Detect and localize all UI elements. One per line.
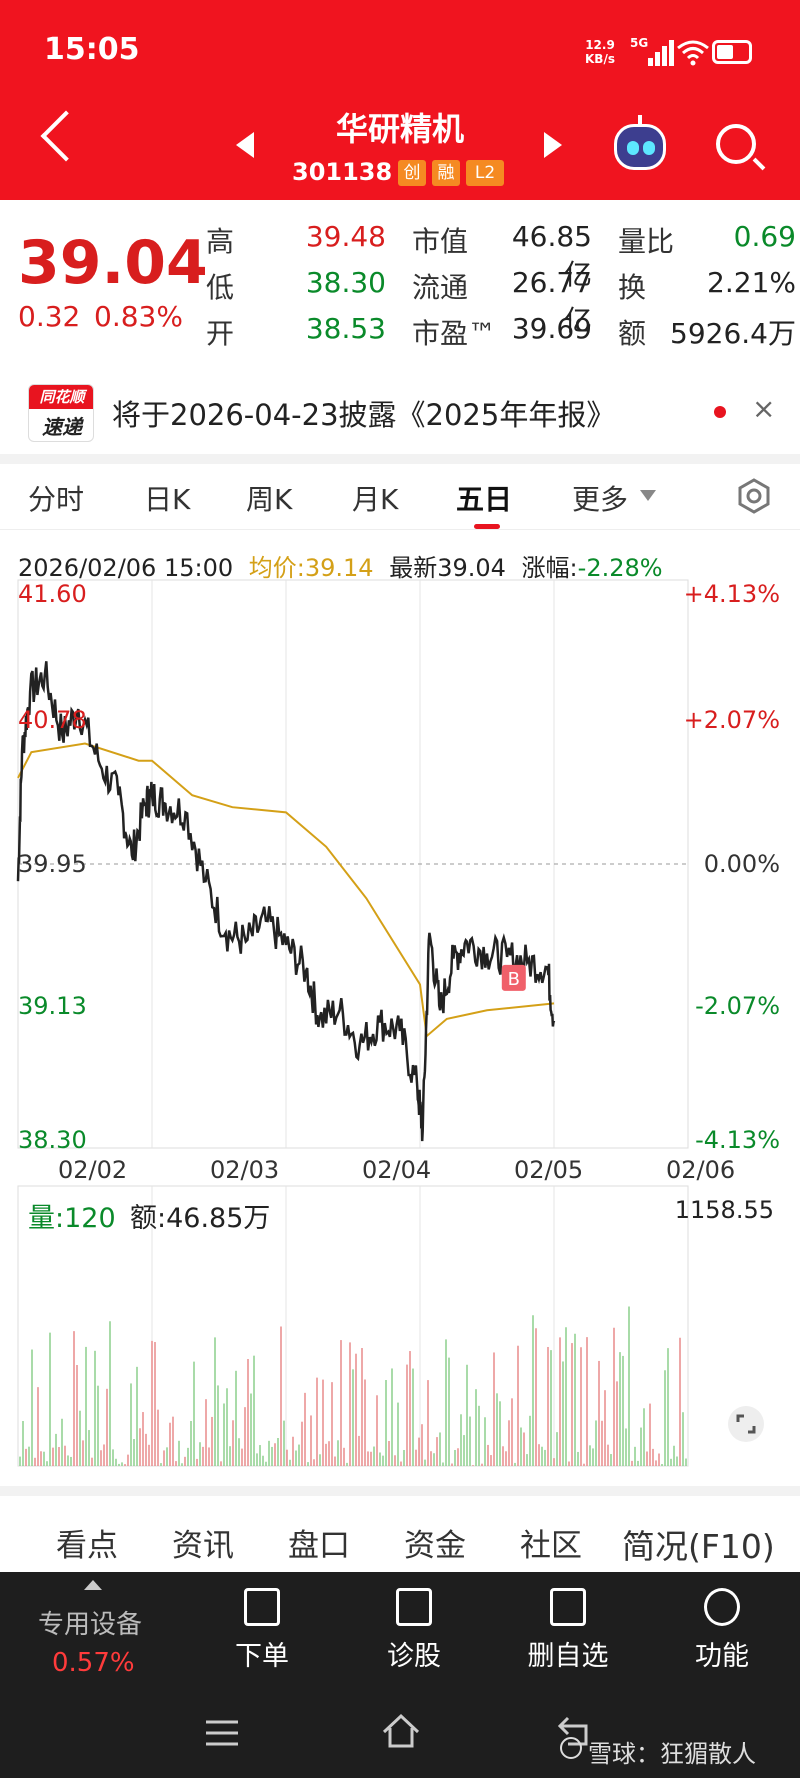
y-tick-left: 41.60	[18, 580, 87, 608]
settings-icon[interactable]	[736, 478, 772, 514]
stock-name: 华研精机	[335, 110, 464, 148]
remove-watchlist-button[interactable]: 删自选	[508, 1634, 628, 1673]
y-tick-left: 39.95	[18, 850, 87, 878]
next-stock-arrow[interactable]	[544, 132, 562, 158]
current-price: 39.04	[18, 228, 208, 298]
xueqiu-logo-icon	[560, 1737, 582, 1759]
quote-label-amount: 额	[618, 317, 647, 350]
order-button[interactable]: 下单	[202, 1634, 322, 1673]
price-change-pct: 0.83%	[94, 300, 183, 333]
quote-value-low: 38.30	[305, 266, 386, 299]
home-icon[interactable]	[380, 1712, 422, 1750]
app-header: 15:05 12.9 KB/s 5G 华研精机 301138 创 融 L2	[0, 0, 800, 200]
y-tick-right: -2.07%	[695, 992, 780, 1020]
y-tick-right: -4.13%	[695, 1126, 780, 1154]
chevron-down-icon[interactable]	[640, 490, 656, 501]
signal-icon	[648, 40, 674, 66]
x-tick-date: 02/02	[58, 1156, 128, 1184]
quote-value-high: 39.48	[305, 220, 386, 253]
volume-max-label: 1158.55	[674, 1196, 774, 1224]
amount-label: 额:46.85万	[130, 1203, 271, 1234]
tab-orderbook[interactable]: 盘口	[288, 1520, 350, 1565]
price-change: 0.32	[18, 300, 81, 333]
tab-weekly-k[interactable]: 周K	[246, 478, 292, 518]
robot-assistant-icon[interactable]	[614, 115, 666, 170]
quote-value-amount: 5926.4万	[670, 317, 796, 350]
chart-period-tabs	[0, 464, 800, 530]
tag-l2: L2	[466, 160, 504, 186]
quote-value-turnover: 2.21%	[707, 266, 796, 299]
status-time: 15:05	[44, 32, 140, 67]
quote-value-volratio: 0.69	[733, 220, 796, 253]
search-icon[interactable]	[716, 124, 756, 164]
y-tick-left: 38.30	[18, 1126, 87, 1154]
y-tick-right: +4.13%	[683, 580, 780, 608]
divider	[0, 1486, 800, 1496]
tab-highlights[interactable]: 看点	[56, 1520, 118, 1565]
unread-dot-icon	[714, 406, 726, 418]
recent-apps-icon[interactable]	[204, 1718, 240, 1748]
diagnose-button[interactable]: 诊股	[354, 1634, 474, 1673]
tab-more[interactable]: 更多	[572, 478, 628, 518]
quote-label-high: 高	[206, 225, 235, 258]
x-tick-date: 02/04	[362, 1156, 432, 1184]
x-tick-date: 02/05	[514, 1156, 584, 1184]
tag-chuang: 创	[398, 160, 426, 186]
wifi-icon	[677, 40, 709, 66]
quote-label-open: 开	[206, 317, 235, 350]
ths-express-logo: 同花顺 速递	[28, 384, 94, 442]
quote-value-open: 38.53	[305, 312, 386, 345]
tab-funds[interactable]: 资金	[404, 1520, 466, 1565]
quote-label-low: 低	[206, 271, 235, 304]
tab-five-day[interactable]: 五日	[456, 478, 512, 518]
quote-label-mktcap: 市值	[412, 225, 469, 258]
chevron-up-icon[interactable]	[84, 1580, 102, 1590]
y-tick-right: 0.00%	[703, 850, 780, 878]
quote-label-volratio: 量比	[618, 225, 675, 258]
active-tab-indicator	[474, 524, 500, 529]
network-speed: 12.9 KB/s	[585, 38, 615, 66]
sector-label[interactable]: 专用设备	[38, 1604, 142, 1641]
divider	[0, 454, 800, 464]
x-tick-date: 02/03	[210, 1156, 280, 1184]
function-button[interactable]: 功能	[662, 1634, 782, 1673]
x-tick-date: 02/06	[666, 1156, 736, 1184]
tag-rong: 融	[432, 160, 460, 186]
stock-code: 301138	[292, 158, 393, 186]
tab-monthly-k[interactable]: 月K	[352, 478, 398, 518]
watermark: 雪球：狂猸散人	[588, 1740, 756, 1768]
tab-daily-k[interactable]: 日K	[144, 478, 190, 518]
sector-change: 0.57%	[52, 1648, 135, 1678]
diagnose-icon[interactable]	[396, 1588, 432, 1626]
buy-marker-label: B	[508, 969, 520, 990]
tab-news[interactable]: 资讯	[172, 1520, 234, 1565]
remove-watchlist-icon[interactable]	[550, 1588, 586, 1626]
volume-label: 量:120	[28, 1203, 116, 1234]
y-tick-right: +2.07%	[683, 706, 780, 734]
quote-label-float: 流通	[412, 271, 469, 304]
menu-icon[interactable]	[704, 1588, 740, 1626]
notice-text[interactable]: 将于2026-04-23披露《2025年年报》	[112, 392, 615, 434]
y-tick-left: 40.78	[18, 706, 87, 734]
notice-close-button[interactable]: ×	[752, 392, 775, 425]
expand-icon[interactable]	[728, 1406, 764, 1442]
battery-icon	[712, 40, 752, 64]
tab-intraday[interactable]: 分时	[28, 478, 84, 518]
tab-community[interactable]: 社区	[520, 1520, 582, 1565]
tab-f10-profile[interactable]: 简况(F10)	[622, 1520, 775, 1568]
network-type: 5G	[630, 36, 649, 50]
quote-value-pe: 39.69	[511, 312, 592, 345]
quote-label-turnover: 换	[618, 271, 647, 304]
y-tick-left: 39.13	[18, 992, 87, 1020]
order-icon[interactable]	[244, 1588, 280, 1626]
